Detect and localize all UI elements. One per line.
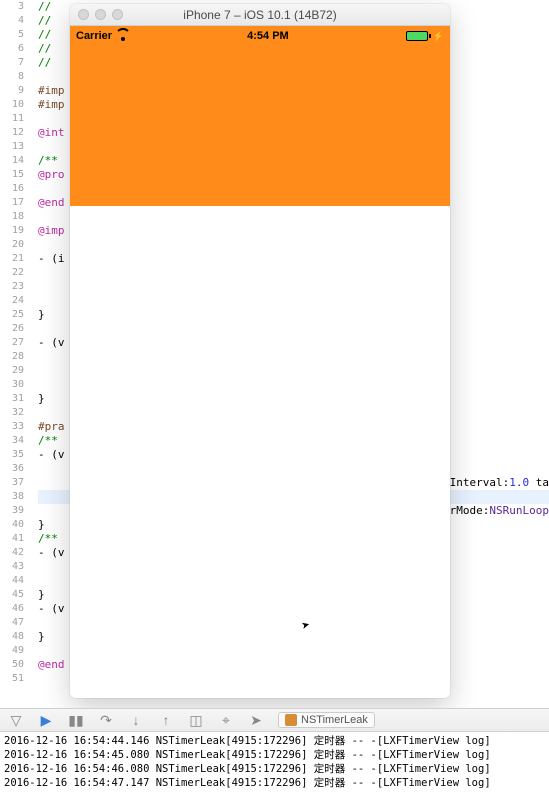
- status-time: 4:54 PM: [247, 30, 289, 42]
- console-line[interactable]: 2016-12-16 16:54:44.146 NSTimerLeak[4915…: [4, 734, 545, 748]
- console-line[interactable]: 2016-12-16 16:54:45.080 NSTimerLeak[4915…: [4, 748, 545, 762]
- line-number: 16: [0, 182, 24, 196]
- simulator-titlebar[interactable]: iPhone 7 – iOS 10.1 (14B72): [70, 4, 450, 26]
- line-number: 50: [0, 658, 24, 672]
- line-number: 38: [0, 490, 24, 504]
- step-out-icon[interactable]: ↑: [158, 712, 174, 728]
- close-icon[interactable]: [78, 9, 89, 20]
- line-number: 9: [0, 84, 24, 98]
- line-number: 11: [0, 112, 24, 126]
- line-number: 46: [0, 602, 24, 616]
- console-line[interactable]: 2016-12-16 16:54:46.080 NSTimerLeak[4915…: [4, 762, 545, 776]
- debug-console[interactable]: 2016-12-16 16:54:44.146 NSTimerLeak[4915…: [0, 732, 549, 804]
- line-number: 19: [0, 224, 24, 238]
- line-number: 21: [0, 252, 24, 266]
- process-breadcrumb[interactable]: NSTimerLeak: [278, 712, 375, 728]
- console-line[interactable]: 2016-12-16 16:54:47.147 NSTimerLeak[4915…: [4, 776, 545, 790]
- line-number: 17: [0, 196, 24, 210]
- process-name: NSTimerLeak: [301, 714, 368, 726]
- line-number: 31: [0, 392, 24, 406]
- line-number: 42: [0, 546, 24, 560]
- carrier-label: Carrier: [76, 30, 112, 42]
- line-number: 40: [0, 518, 24, 532]
- app-orange-view[interactable]: Carrier 4:54 PM ⚡: [70, 26, 450, 206]
- zoom-icon[interactable]: [112, 9, 123, 20]
- line-number: 15: [0, 168, 24, 182]
- line-number: 23: [0, 280, 24, 294]
- line-number: 41: [0, 532, 24, 546]
- line-number: 34: [0, 434, 24, 448]
- line-number: 28: [0, 350, 24, 364]
- line-number: 49: [0, 644, 24, 658]
- line-number: 33: [0, 420, 24, 434]
- line-number: 4: [0, 14, 24, 28]
- code-fragment: Interval:1.0 ta: [450, 476, 549, 490]
- code-fragment: rMode:NSRunLoop: [450, 504, 549, 518]
- line-number: 10: [0, 98, 24, 112]
- line-number: 14: [0, 154, 24, 168]
- line-number: 32: [0, 406, 24, 420]
- toggle-console-icon[interactable]: ▽: [8, 712, 24, 728]
- line-number: 26: [0, 322, 24, 336]
- line-number: 7: [0, 56, 24, 70]
- line-number: 39: [0, 504, 24, 518]
- battery-icon: ⚡: [406, 31, 444, 42]
- debug-view-icon[interactable]: ◫: [188, 712, 204, 728]
- memory-graph-icon[interactable]: ⌖: [218, 712, 234, 728]
- line-number: 13: [0, 140, 24, 154]
- line-number: 3: [0, 0, 24, 14]
- pause-icon[interactable]: ▮▮: [68, 712, 84, 728]
- debug-toolbar[interactable]: ▽ ▶ ▮▮ ↷ ↓ ↑ ◫ ⌖ ➤ NSTimerLeak: [0, 708, 549, 732]
- line-number: 25: [0, 308, 24, 322]
- line-number: 51: [0, 672, 24, 686]
- window-traffic-lights[interactable]: [78, 9, 123, 20]
- line-number: 37: [0, 476, 24, 490]
- line-number: 6: [0, 42, 24, 56]
- line-number: 24: [0, 294, 24, 308]
- app-white-view[interactable]: [70, 206, 450, 698]
- simulator-screen[interactable]: Carrier 4:54 PM ⚡: [70, 26, 450, 698]
- continue-icon[interactable]: ▶: [38, 712, 54, 728]
- line-number: 22: [0, 266, 24, 280]
- ios-simulator-window[interactable]: iPhone 7 – iOS 10.1 (14B72) Carrier 4:54…: [70, 4, 450, 698]
- line-number: 20: [0, 238, 24, 252]
- line-number: 45: [0, 588, 24, 602]
- ios-status-bar: Carrier 4:54 PM ⚡: [70, 26, 450, 46]
- line-number: 18: [0, 210, 24, 224]
- step-over-icon[interactable]: ↷: [98, 712, 114, 728]
- line-number: 44: [0, 574, 24, 588]
- line-number: 27: [0, 336, 24, 350]
- minimize-icon[interactable]: [95, 9, 106, 20]
- line-number-gutter: 3456789101112131415161718192021222324252…: [0, 0, 30, 708]
- line-number: 48: [0, 630, 24, 644]
- line-number: 29: [0, 364, 24, 378]
- line-number: 5: [0, 28, 24, 42]
- line-number: 30: [0, 378, 24, 392]
- line-number: 43: [0, 560, 24, 574]
- line-number: 47: [0, 616, 24, 630]
- line-number: 12: [0, 126, 24, 140]
- line-number: 35: [0, 448, 24, 462]
- simulator-title: iPhone 7 – iOS 10.1 (14B72): [183, 8, 336, 22]
- location-icon[interactable]: ➤: [248, 712, 264, 728]
- app-icon: [285, 714, 297, 726]
- line-number: 8: [0, 70, 24, 84]
- step-into-icon[interactable]: ↓: [128, 712, 144, 728]
- wifi-icon: [116, 31, 130, 41]
- line-number: 36: [0, 462, 24, 476]
